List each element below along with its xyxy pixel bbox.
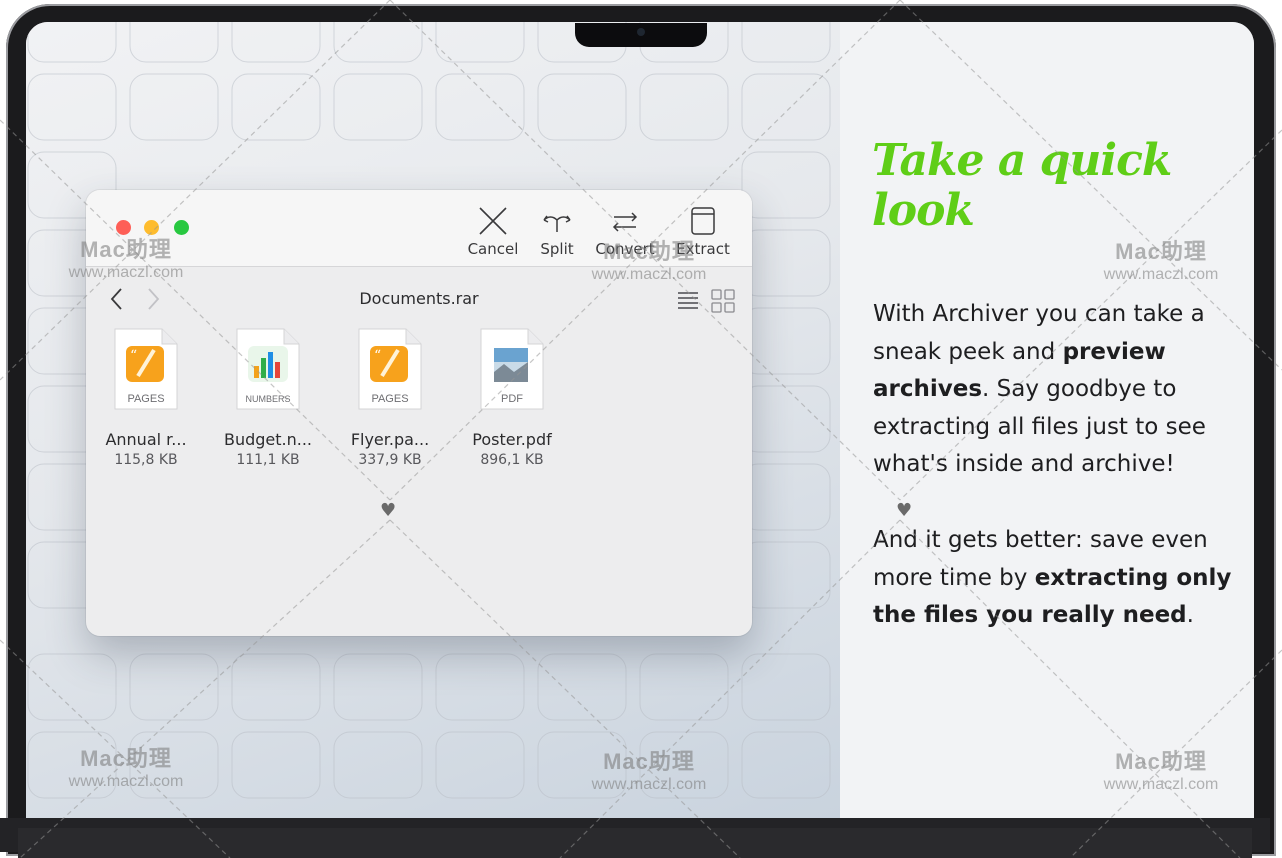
extract-button[interactable]: Extract	[672, 204, 734, 258]
svg-text:“: “	[130, 348, 137, 364]
file-size: 115,8 KB	[114, 452, 178, 468]
svg-text:PDF: PDF	[501, 393, 523, 405]
close-window-button[interactable]	[116, 220, 131, 235]
svg-text:PAGES: PAGES	[127, 393, 164, 405]
forward-chevron-icon[interactable]	[144, 286, 162, 312]
window-toolbar: Cancel Split Convert Extract	[86, 190, 752, 267]
pdf-document-icon: PDF	[480, 328, 544, 410]
file-name: Budget.n...	[223, 430, 313, 449]
file-name: Flyer.pa...	[350, 430, 430, 449]
svg-text:PAGES: PAGES	[371, 393, 408, 405]
file-size: 111,1 KB	[236, 452, 300, 468]
convert-arrows-icon	[612, 212, 638, 232]
minimize-window-button[interactable]	[144, 220, 159, 235]
split-icon	[543, 215, 571, 232]
convert-button[interactable]: Convert	[590, 204, 660, 258]
file-size: 896,1 KB	[480, 452, 544, 468]
file-item[interactable]: “ PAGES Flyer.pa... 337,9 KB	[330, 328, 450, 468]
promo-paragraph-2: And it gets better: save even more time …	[873, 522, 1243, 635]
watermark-heart-icon: ♥	[896, 500, 913, 521]
file-size: 337,9 KB	[358, 452, 422, 468]
pages-document-icon: “ PAGES	[358, 328, 422, 410]
svg-text:NUMBERS: NUMBERS	[245, 394, 290, 404]
pages-document-icon: “ PAGES	[114, 328, 178, 410]
cancel-label: Cancel	[467, 240, 519, 258]
split-button[interactable]: Split	[532, 204, 582, 258]
zoom-window-button[interactable]	[174, 220, 189, 235]
p2-text-c: .	[1186, 602, 1194, 628]
convert-label: Convert	[595, 240, 655, 258]
file-item[interactable]: PDF Poster.pdf 896,1 KB	[452, 328, 572, 468]
promo-paragraph-1: With Archiver you can take a sneak peek …	[873, 296, 1243, 484]
file-name: Annual r...	[105, 430, 187, 449]
camera-icon	[637, 28, 645, 36]
file-item[interactable]: NUMBERS Budget.n... 111,1 KB	[208, 328, 328, 468]
grid-view-icon[interactable]	[710, 288, 736, 314]
headline-line-1: Take a quick	[872, 135, 1172, 186]
headline-line-2: look	[872, 185, 975, 236]
extract-label: Extract	[676, 240, 730, 258]
promo-headline: Take a quick look	[872, 136, 1172, 236]
archive-title: Documents.rar	[359, 289, 479, 308]
archiver-window: Cancel Split Convert Extract Documents.r…	[86, 190, 752, 636]
numbers-document-icon: NUMBERS	[236, 328, 300, 410]
cancel-button[interactable]: Cancel	[462, 204, 524, 258]
svg-text:“: “	[374, 348, 381, 364]
close-icon	[479, 207, 507, 235]
archive-box-icon	[691, 207, 715, 235]
screen-notch	[575, 23, 707, 47]
file-item[interactable]: “ PAGES Annual r... 115,8 KB	[86, 328, 206, 468]
split-label: Split	[540, 240, 574, 258]
back-chevron-icon[interactable]	[108, 286, 126, 312]
laptop-base	[18, 828, 1252, 858]
file-name: Poster.pdf	[472, 430, 552, 449]
list-view-icon[interactable]	[676, 288, 700, 312]
watermark-heart-icon: ♥	[380, 500, 397, 521]
